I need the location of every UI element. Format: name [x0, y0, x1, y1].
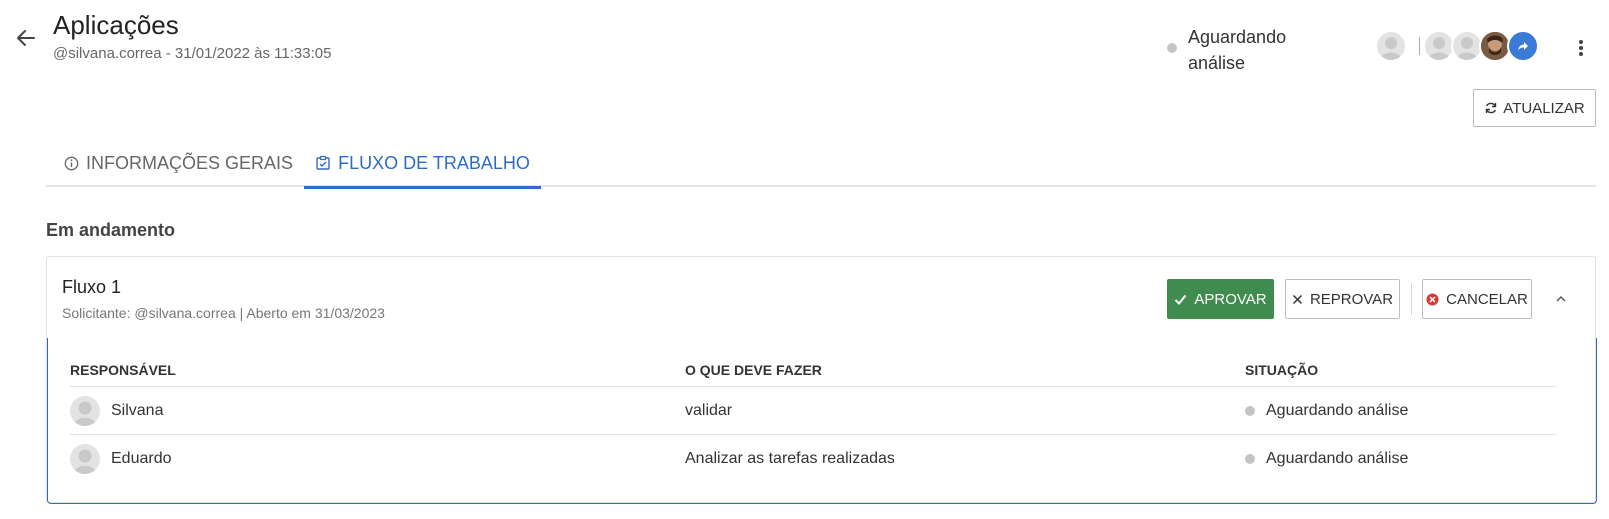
table-row: Silvana validar Aguardando análise	[70, 387, 1556, 435]
responsible-cell: Eduardo	[70, 435, 172, 483]
task-cell: validar	[685, 402, 733, 419]
back-button[interactable]	[14, 26, 38, 50]
user-placeholder-icon	[73, 401, 97, 426]
approve-button[interactable]: APROVAR	[1167, 279, 1274, 319]
reject-button[interactable]: REPROVAR	[1285, 279, 1400, 319]
tab-informacoes-gerais[interactable]: INFORMAÇÕES GERAIS	[64, 140, 293, 187]
user-placeholder-icon	[1456, 37, 1478, 60]
status-indicator: Aguardando análise	[1167, 24, 1318, 76]
user-placeholder-icon	[73, 449, 97, 474]
avatar	[70, 396, 100, 426]
refresh-button[interactable]: ATUALIZAR	[1473, 89, 1596, 127]
more-options-button[interactable]	[1573, 37, 1589, 59]
status-dot	[1245, 454, 1255, 464]
flow-subtitle: Solicitante: @silvana.correa | Aberto em…	[62, 305, 385, 321]
cancel-label: CANCELAR	[1446, 290, 1528, 308]
collapse-button[interactable]	[1553, 290, 1569, 306]
clipboard-check-icon	[316, 155, 330, 170]
avatar-owner[interactable]	[1375, 30, 1407, 62]
status-label: Aguardando análise	[1188, 27, 1287, 73]
refresh-label: ATUALIZAR	[1503, 99, 1585, 117]
status-text: Aguardando análise	[1266, 402, 1409, 419]
info-icon	[64, 156, 79, 171]
status-text: Aguardando análise	[1266, 450, 1409, 467]
table-header: RESPONSÁVEL O QUE DEVE FAZER SITUAÇÃO	[70, 360, 1556, 387]
user-placeholder-icon	[1380, 37, 1402, 60]
responsible-name: Eduardo	[111, 450, 172, 467]
avatar	[70, 444, 100, 474]
section-title: Em andamento	[46, 220, 176, 240]
status-dot	[1245, 406, 1255, 416]
tab-label: FLUXO DE TRABALHO	[338, 152, 530, 173]
status-dot	[1167, 43, 1177, 53]
reject-label: REPROVAR	[1309, 290, 1394, 308]
status-cell: Aguardando análise	[1245, 387, 1408, 435]
share-avatar-button[interactable]	[1507, 30, 1539, 62]
tab-fluxo-de-trabalho[interactable]: FLUXO DE TRABALHO	[304, 140, 541, 189]
avatar-divider	[1419, 37, 1420, 55]
approve-label: APROVAR	[1194, 290, 1267, 308]
user-photo-icon	[1481, 32, 1509, 60]
tab-label: INFORMAÇÕES GERAIS	[86, 153, 294, 173]
kebab-dot	[1579, 46, 1583, 50]
chevron-up-icon	[1556, 295, 1566, 301]
check-icon	[1175, 294, 1187, 305]
task-cell: Analizar as tarefas realizadas	[685, 450, 895, 467]
flow-title: Fluxo 1	[62, 277, 122, 297]
table-row: Eduardo Analizar as tarefas realizadas A…	[70, 435, 1556, 483]
share-icon	[1518, 42, 1528, 51]
column-header-responsavel: RESPONSÁVEL	[70, 362, 176, 378]
flow-card-header: Fluxo 1 Solicitante: @silvana.correa | A…	[47, 257, 1595, 339]
cancel-button[interactable]: CANCELAR	[1422, 279, 1532, 319]
kebab-dot	[1579, 40, 1583, 44]
page-subtitle: @silvana.correa - 31/01/2022 às 11:33:05	[53, 45, 332, 62]
flow-table: RESPONSÁVEL O QUE DEVE FAZER SITUAÇÃO Si…	[47, 338, 1597, 504]
column-header-tarefa: O QUE DEVE FAZER	[685, 362, 822, 378]
close-icon	[1292, 294, 1302, 304]
status-cell: Aguardando análise	[1245, 435, 1408, 483]
column-header-situacao: SITUAÇÃO	[1245, 362, 1319, 378]
responsible-name: Silvana	[111, 402, 164, 419]
responsible-cell: Silvana	[70, 387, 163, 435]
tab-bar: INFORMAÇÕES GERAIS FLUXO DE TRABALHO	[46, 140, 1596, 189]
arrow-left-icon	[17, 30, 35, 46]
cancel-circle-icon	[1426, 293, 1439, 305]
page-title: Aplicações	[53, 10, 179, 40]
refresh-icon	[1486, 102, 1497, 114]
kebab-dot	[1579, 52, 1583, 56]
flow-card: Fluxo 1 Solicitante: @silvana.correa | A…	[46, 256, 1597, 504]
button-divider	[1411, 283, 1412, 315]
user-placeholder-icon	[1428, 37, 1450, 60]
